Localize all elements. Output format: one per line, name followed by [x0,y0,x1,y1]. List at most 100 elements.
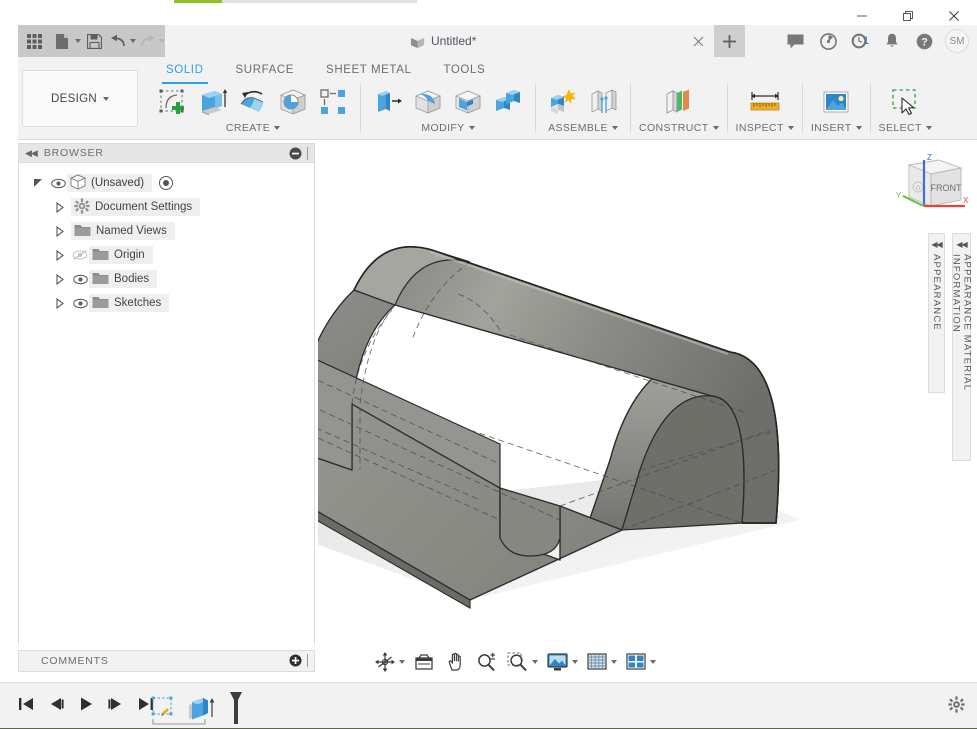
zoom-button[interactable] [474,649,498,675]
pan-button[interactable] [443,649,467,675]
tab-surface[interactable]: SURFACE [220,60,311,82]
comments-panel-header[interactable]: COMMENTS [18,650,315,672]
create-sketch-button[interactable] [154,83,192,121]
browser-resize-grip-icon[interactable] [305,147,310,163]
browser-item-origin[interactable]: Origin [19,243,314,267]
material-collapse-icon[interactable]: ◀◀ [956,240,966,249]
save-icon[interactable] [81,25,107,57]
browser-item-bodies[interactable]: Bodies [19,267,314,291]
comments-resize-grip-icon[interactable] [305,654,310,670]
root-chip[interactable]: (Unsaved) [67,174,152,192]
tab-tools[interactable]: TOOLS [427,60,501,82]
timeline-begin-button[interactable] [16,692,36,716]
grid-snap-dropdown-icon[interactable] [611,660,617,664]
shell-button[interactable] [449,83,487,121]
look-at-button[interactable] [412,649,436,675]
expand-arrow-icon[interactable] [49,226,71,237]
document-settings-chip[interactable]: Document Settings [71,198,200,216]
timeline-marker[interactable] [226,691,256,725]
origin-visibility-icon[interactable] [71,249,89,261]
extrude-button[interactable] [194,83,232,121]
fillet-button[interactable] [409,83,447,121]
zoom-window-dropdown-icon[interactable] [532,660,538,664]
expand-arrow-icon[interactable] [49,250,71,261]
app-grid-icon[interactable] [19,25,50,57]
workspace-switcher[interactable]: DESIGN [22,70,138,127]
panel-assemble-dropdown-icon[interactable] [612,126,618,130]
document-tab-close-icon[interactable] [693,34,704,52]
timeline-step-forward-button[interactable] [106,692,126,716]
browser-item-named-views[interactable]: Named Views [19,219,314,243]
offset-plane-button[interactable] [657,83,701,121]
hole-button[interactable] [274,83,312,121]
press-pull-button[interactable] [369,83,407,121]
document-tab[interactable]: Untitled* [342,25,714,57]
new-tab-button[interactable] [714,25,745,57]
root-expand-arrow-icon[interactable] [27,178,49,189]
timeline-play-button[interactable] [76,692,96,716]
expand-arrow-icon[interactable] [49,274,71,285]
measure-button[interactable] [743,83,787,121]
sheet-metal-bracket-model[interactable] [318,141,977,688]
recent-icon[interactable]: 1 [845,25,875,57]
browser-collapse-icon[interactable]: ◀◀ [25,148,37,159]
orbit-dropdown-icon[interactable] [399,660,405,664]
browser-minimize-icon[interactable] [289,147,302,163]
display-settings-dropdown-icon[interactable] [572,660,578,664]
tab-solid[interactable]: SOLID [150,60,220,82]
joint-button[interactable] [584,83,622,121]
timeline-step-back-button[interactable] [46,692,66,716]
select-button[interactable] [883,83,927,121]
side-panel-appearance[interactable]: ◀◀ APPEARANCE [928,233,945,393]
grid-snap-button[interactable] [585,649,609,675]
expand-arrow-icon[interactable] [49,202,71,213]
panel-inspect-dropdown-icon[interactable] [788,126,794,130]
sketches-visibility-icon[interactable] [71,298,89,309]
pattern-button[interactable] [314,83,352,121]
panel-construct-dropdown-icon[interactable] [713,126,719,130]
tab-sheet-metal[interactable]: SHEET METAL [310,60,427,82]
revolve-button[interactable] [234,83,272,121]
add-comment-icon[interactable] [289,654,302,670]
browser-header: ◀◀ BROWSER [18,143,315,163]
new-document-icon[interactable] [50,25,74,57]
browser-root-node[interactable]: (Unsaved) [19,171,314,195]
redo-dropdown-icon[interactable] [159,39,165,43]
bodies-chip[interactable]: Bodies [89,270,157,288]
help-icon[interactable]: ? [908,25,941,57]
bodies-visibility-icon[interactable] [71,274,89,285]
root-activate-radio[interactable] [159,176,173,190]
orbit-button[interactable] [373,649,397,675]
job-status-icon[interactable] [812,25,845,57]
named-views-chip[interactable]: Named Views [71,222,175,240]
browser-item-sketches[interactable]: Sketches [19,291,314,315]
browser-tree[interactable]: (Unsaved) [18,163,315,645]
panel-select-dropdown-icon[interactable] [926,126,932,130]
appearance-collapse-icon[interactable]: ◀◀ [931,240,941,249]
view-cube[interactable]: FRONT Z X Y [893,148,971,222]
origin-chip[interactable]: Origin [89,246,153,264]
viewport-canvas[interactable] [318,141,977,688]
undo-icon[interactable] [107,25,129,57]
insert-mcmaster-button[interactable] [814,83,858,121]
workspace-dropdown-icon[interactable] [103,97,109,101]
expand-arrow-icon[interactable] [49,298,71,309]
display-settings-button[interactable] [545,649,570,675]
browser-item-document-settings[interactable]: Document Settings [19,195,314,219]
redo-icon[interactable] [136,25,158,57]
avatar[interactable]: SM [945,29,969,53]
new-component-button[interactable] [544,83,582,121]
sketches-chip[interactable]: Sketches [89,294,169,312]
panel-modify-dropdown-icon[interactable] [469,126,475,130]
comments-icon[interactable] [779,25,812,57]
timeline-settings-gear-icon[interactable] [948,696,965,718]
viewports-button[interactable] [624,649,648,675]
notification-bell-icon[interactable] [875,25,908,57]
zoom-window-button[interactable] [505,649,530,675]
root-visibility-icon[interactable] [49,178,67,189]
panel-create-dropdown-icon[interactable] [274,126,280,130]
viewports-dropdown-icon[interactable] [650,660,656,664]
panel-insert-dropdown-icon[interactable] [856,126,862,130]
side-panel-material-information[interactable]: ◀◀ APPEARANCE MATERIAL INFORMATION [952,233,971,461]
combine-button[interactable] [489,83,527,121]
